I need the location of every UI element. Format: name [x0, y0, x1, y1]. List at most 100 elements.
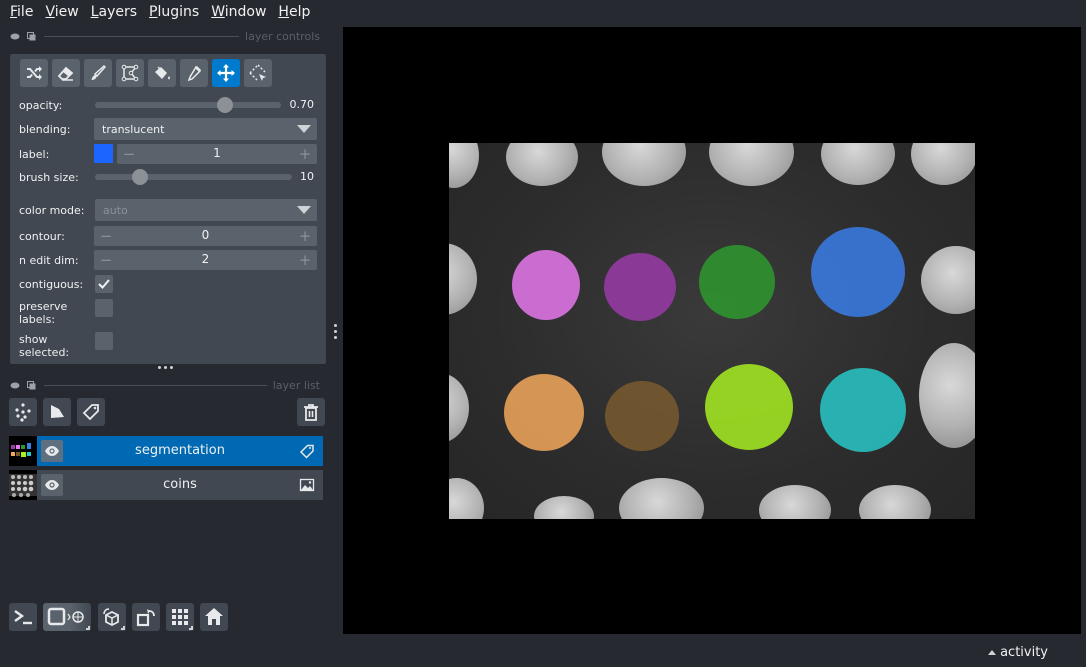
blending-dropdown[interactable]: translucent [94, 118, 317, 140]
menu-plugins[interactable]: Plugins [143, 4, 205, 20]
delete-layer-button[interactable] [297, 398, 325, 426]
coin [619, 478, 704, 519]
pick-button[interactable] [180, 59, 208, 87]
reset-view-button[interactable] [200, 603, 228, 631]
contour-value: 0 [201, 228, 210, 242]
segment-label-4 [811, 227, 905, 317]
shuffle-colors-button[interactable] [20, 59, 48, 87]
opacity-slider[interactable] [95, 97, 281, 113]
roll-dimensions-button[interactable] [98, 603, 126, 631]
menu-layers-mnemonic: L [90, 4, 99, 20]
new-labels-layer-button[interactable] [77, 398, 105, 426]
eraser-icon [57, 66, 74, 81]
labels-layer-tag-icon [299, 444, 314, 459]
paint-bucket-icon [155, 66, 170, 80]
coin [506, 143, 578, 186]
segment-label-6 [605, 381, 679, 451]
opacity-value: 0.70 [289, 98, 315, 111]
show-selected-checkbox[interactable] [95, 332, 113, 350]
new-points-layer-button[interactable] [9, 398, 37, 426]
activity-button[interactable]: activity [988, 645, 1048, 660]
menu-view-label: iew [54, 4, 79, 20]
contiguous-checkbox[interactable] [95, 275, 113, 293]
menu-help[interactable]: Help [272, 4, 316, 20]
menu-file[interactable]: File [4, 4, 39, 20]
polygon-button[interactable] [116, 59, 144, 87]
brush-size-label: brush size: [19, 171, 79, 184]
increment-icon[interactable]: + [295, 250, 315, 270]
coin [921, 246, 975, 314]
label-spinbox[interactable]: − 1 + [117, 144, 317, 164]
vertical-splitter-handle[interactable] [334, 324, 337, 339]
coin [859, 485, 931, 519]
viewer-canvas[interactable] [343, 27, 1081, 634]
increment-icon[interactable]: + [295, 144, 315, 164]
fill-button[interactable] [148, 59, 176, 87]
menu-file-label: ile [17, 4, 34, 20]
console-button[interactable] [9, 603, 37, 631]
coin [449, 243, 477, 315]
layer-row-body: coins [37, 470, 323, 500]
menu-bar: File View Layers Plugins Window Help [0, 0, 1086, 24]
menu-window-mnemonic: W [211, 4, 225, 20]
new-shapes-layer-button[interactable] [43, 398, 71, 426]
n-edit-dim-spinbox[interactable]: − 2 + [94, 250, 317, 270]
layer-name[interactable]: coins [67, 470, 293, 500]
brush-size-slider[interactable] [95, 169, 292, 185]
menu-view[interactable]: View [39, 4, 84, 20]
transform-button[interactable] [244, 59, 272, 87]
dock-float-icon[interactable] [26, 380, 36, 389]
segment-label-2 [604, 253, 676, 321]
layer-row-coins[interactable]: coins [9, 470, 323, 500]
visibility-toggle[interactable] [41, 474, 63, 496]
coin [602, 143, 686, 186]
layer-thumbnail-segmentation [9, 436, 37, 466]
label-color-swatch[interactable] [94, 144, 113, 163]
preserve-labels-checkbox[interactable] [95, 299, 113, 317]
menu-help-label: elp [288, 4, 311, 20]
opacity-slider-handle[interactable] [217, 97, 234, 113]
menu-layers-label: ayers [98, 4, 138, 20]
contour-spinbox[interactable]: − 0 + [94, 226, 317, 246]
pan-zoom-button[interactable] [212, 59, 240, 87]
layer-name[interactable]: segmentation [67, 436, 293, 466]
move-arrows-icon [217, 64, 235, 82]
color-mode-dropdown[interactable]: auto [95, 199, 317, 221]
brush-size-value: 10 [300, 170, 314, 183]
terminal-icon [14, 610, 32, 625]
horizontal-splitter-handle[interactable] [158, 366, 173, 369]
grid-mode-button[interactable] [166, 603, 194, 631]
layer-list-title-bar: layer list [10, 377, 320, 393]
coin [449, 373, 469, 443]
increment-icon[interactable]: + [295, 226, 315, 246]
menu-help-mnemonic: H [278, 4, 289, 20]
label-value: 1 [213, 146, 221, 160]
toggle-2d-3d-button[interactable] [43, 603, 91, 631]
eye-icon [45, 480, 59, 490]
paint-button[interactable] [84, 59, 112, 87]
transpose-button[interactable] [132, 603, 160, 631]
layer-row-segmentation[interactable]: segmentation [9, 436, 323, 466]
n-edit-dim-value: 2 [201, 252, 210, 266]
tag-icon [82, 404, 99, 421]
menu-window[interactable]: Window [205, 4, 272, 20]
paintbrush-icon [91, 64, 107, 80]
brush-size-slider-handle[interactable] [132, 169, 149, 185]
shapes-icon [51, 405, 64, 418]
segment-label-5 [504, 374, 584, 451]
segment-label-3 [699, 245, 775, 319]
coin [449, 143, 479, 188]
dock-hide-icon[interactable] [10, 32, 20, 40]
dock-hide-icon[interactable] [10, 381, 20, 389]
contour-label: contour: [19, 230, 65, 243]
segment-label-1 [512, 250, 580, 320]
dock-float-icon[interactable] [26, 31, 36, 40]
contiguous-label: contiguous: [19, 278, 84, 291]
erase-button[interactable] [52, 59, 80, 87]
preserve-labels-label-line1: preserve [19, 300, 68, 313]
color-mode-value: auto [103, 203, 128, 217]
layer-list-title: layer list [272, 378, 320, 392]
home-icon [205, 608, 223, 625]
visibility-toggle[interactable] [41, 440, 63, 462]
menu-layers[interactable]: Layers [85, 4, 143, 20]
